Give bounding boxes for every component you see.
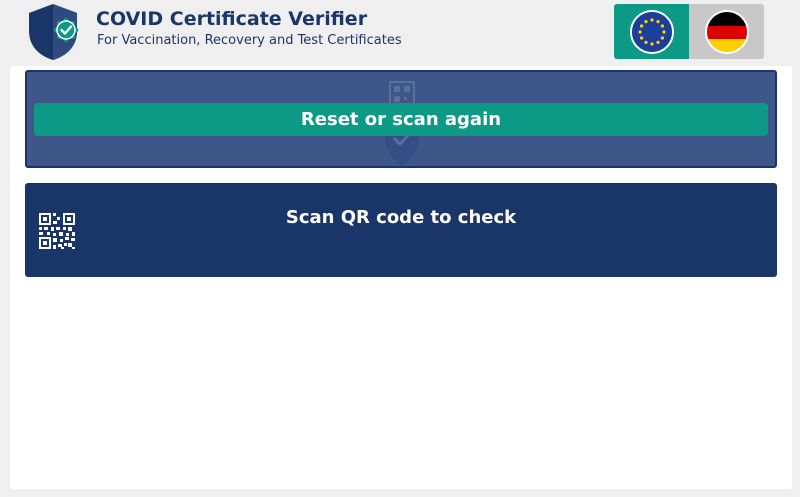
reset-button[interactable]: Reset or scan again <box>34 103 768 136</box>
scan-qr-label: Scan QR code to check <box>285 207 517 228</box>
app-title: COVID Certificate Verifier <box>96 8 368 30</box>
language-option-eu[interactable] <box>614 4 689 59</box>
german-flag-icon <box>704 9 749 54</box>
app-subtitle: For Vaccination, Recovery and Test Certi… <box>97 33 402 48</box>
language-switch <box>614 4 764 59</box>
language-option-de[interactable] <box>689 4 764 59</box>
shield-check-icon <box>29 4 79 60</box>
eu-flag-icon <box>629 9 674 54</box>
result-card: Reset or scan again <box>25 70 777 168</box>
main-content: Reset or scan again Scan QR code to chec… <box>10 66 792 489</box>
scan-qr-button[interactable]: Scan QR code to check <box>25 183 777 277</box>
app-header: COVID Certificate Verifier For Vaccinati… <box>0 0 800 64</box>
